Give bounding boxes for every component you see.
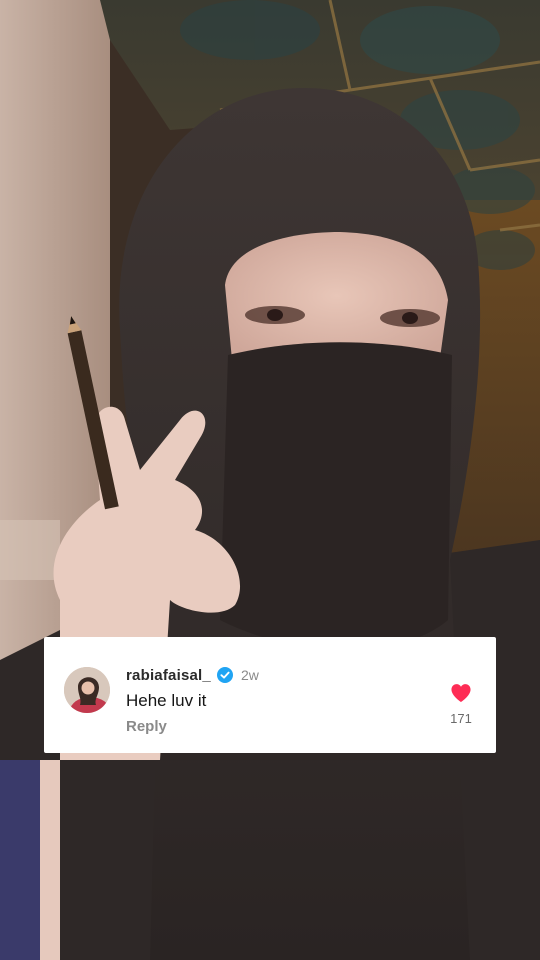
comment-text: Hehe luv it (126, 691, 207, 710)
comment-reply-card[interactable]: rabiafaisal_ 2w Hehe luv it Reply 171 (44, 637, 496, 753)
reply-button[interactable]: Reply (126, 718, 167, 735)
comment-username[interactable]: rabiafaisal_ (126, 667, 211, 684)
comment-header: rabiafaisal_ 2w (126, 665, 259, 685)
heart-icon[interactable] (450, 683, 472, 703)
verified-badge-icon (216, 667, 233, 683)
avatar-image (64, 667, 110, 713)
like-count: 171 (450, 711, 472, 726)
avatar[interactable] (64, 667, 110, 713)
video-frame[interactable] (0, 0, 540, 960)
video-screen[interactable]: rabiafaisal_ 2w Hehe luv it Reply 171 (0, 0, 540, 960)
comment-timestamp: 2w (240, 667, 259, 683)
